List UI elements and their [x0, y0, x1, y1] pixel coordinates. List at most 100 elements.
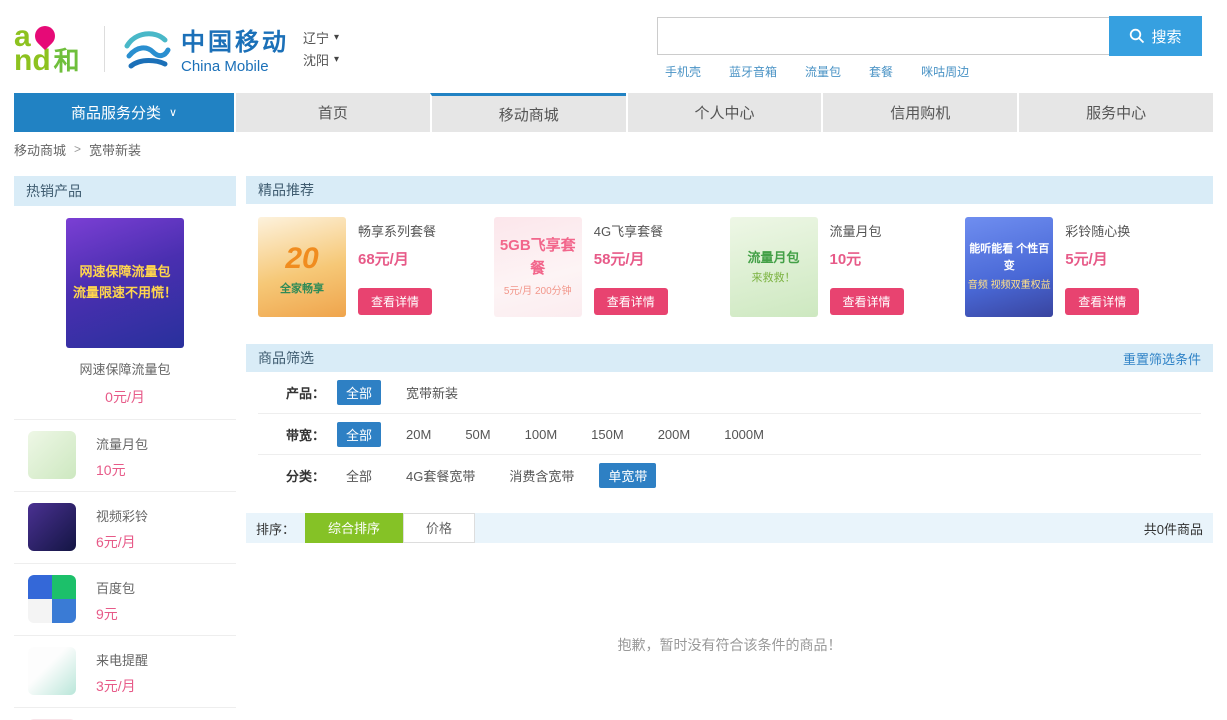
product-image[interactable]: 20 全家畅享: [258, 217, 346, 317]
filter-title: 商品筛选: [258, 348, 314, 368]
and-logo: a nd 和: [14, 22, 88, 76]
filter-option[interactable]: 50M: [456, 424, 499, 445]
product-image-text: 20: [285, 236, 318, 281]
quick-link[interactable]: 蓝牙音箱: [729, 63, 777, 80]
breadcrumb-current: 宽带新装: [89, 140, 141, 159]
filter-option[interactable]: 消费含宽带: [500, 463, 583, 488]
main-nav: 商品服务分类 ∨ 首页 移动商城 个人中心 信用购机 服务中心: [14, 93, 1213, 132]
sidebar-product-item[interactable]: 来电提醒 3元/月: [14, 636, 236, 708]
sidebar-items: 流量月包 10元 视频彩铃 6元/月: [14, 420, 236, 720]
product-price: 10元: [96, 460, 148, 480]
filter-row-bandwidth: 带宽： 全部 20M 50M 100M 150M 200M: [258, 413, 1201, 454]
filter-label: 产品：: [286, 383, 325, 402]
product-price: 6元/月: [96, 532, 148, 552]
recommend-products: 20 全家畅享 畅享系列套餐 68元/月 查看详情 5GB飞享套餐: [246, 204, 1213, 330]
filter-option[interactable]: 4G套餐宽带: [397, 463, 484, 488]
filter-option[interactable]: 全部: [337, 422, 381, 447]
product-image[interactable]: 能听能看 个性百变 音频 视频双重权益: [965, 217, 1053, 317]
recommend-card: 能听能看 个性百变 音频 视频双重权益 彩铃随心换 5元/月 查看详情: [965, 217, 1201, 317]
sort-option-button[interactable]: 价格: [403, 513, 475, 543]
category-menu-button[interactable]: 商品服务分类 ∨: [14, 93, 234, 132]
recommend-card: 20 全家畅享 畅享系列套餐 68元/月 查看详情: [258, 217, 494, 317]
sidebar-product-item[interactable]: 百度包 9元: [14, 564, 236, 636]
category-menu-label: 商品服务分类: [71, 102, 161, 123]
product-image[interactable]: 5GB飞享套餐 5元/月 200分钟: [494, 217, 582, 317]
featured-product[interactable]: 网速保障流量包 流量限速不用慌！ 网速保障流量包 0元/月: [14, 206, 236, 420]
product-image-text: 全家畅享: [280, 281, 324, 298]
product-image-text: 音频 视频双重权益: [968, 278, 1051, 293]
nav-tab[interactable]: 服务中心: [1017, 93, 1213, 132]
filter-option[interactable]: 150M: [582, 424, 633, 445]
product-name: 视频彩铃: [96, 503, 148, 525]
sort-label: 排序：: [256, 519, 295, 538]
product-image[interactable]: 流量月包 来救救！: [730, 217, 818, 317]
view-detail-button[interactable]: 查看详情: [358, 288, 432, 315]
nav-tab[interactable]: 首页: [234, 93, 430, 132]
search-input[interactable]: [657, 17, 1109, 55]
chevron-down-icon: ▾: [334, 54, 339, 65]
filter-section: 商品筛选 重置筛选条件 产品： 全部 宽带新装 带宽： 全部: [246, 344, 1213, 495]
view-detail-button[interactable]: 查看详情: [1065, 288, 1139, 315]
brand-name-cn: 中国移动: [181, 22, 289, 57]
breadcrumb-home[interactable]: 移动商城: [14, 140, 66, 159]
quick-link[interactable]: 套餐: [869, 63, 893, 80]
nav-tabs: 首页 移动商城 个人中心 信用购机 服务中心: [234, 93, 1213, 132]
sort-option-button[interactable]: 综合排序: [305, 513, 403, 543]
filter-option[interactable]: 1000M: [715, 424, 773, 445]
product-name: 4G飞享套餐: [594, 221, 668, 240]
search-button[interactable]: 搜索: [1109, 16, 1202, 56]
product-image-text: 来救救！: [752, 270, 796, 287]
product-name: 来电提醒: [96, 647, 148, 669]
recommend-section: 精品推荐 20 全家畅享 畅享系列套餐 68元/月 查看详情: [246, 176, 1213, 330]
chevron-down-icon: ∨: [169, 106, 177, 119]
and-logo-nd: nd: [14, 46, 51, 76]
view-detail-button[interactable]: 查看详情: [830, 288, 904, 315]
filter-option[interactable]: 全部: [337, 463, 381, 488]
filter-row-category: 分类： 全部 4G套餐宽带 消费含宽带 单宽带: [258, 454, 1201, 495]
sidebar-header: 热销产品: [14, 176, 236, 206]
featured-product-image[interactable]: 网速保障流量包 流量限速不用慌！: [66, 218, 184, 348]
result-count: 共0件商品: [1144, 519, 1203, 538]
sort-options: 综合排序 价格: [305, 513, 475, 543]
city-selector[interactable]: 沈阳 ▾: [303, 50, 339, 69]
product-image-text: 5元/月 200分钟: [504, 284, 572, 299]
product-thumbnail: [28, 503, 76, 551]
filter-option[interactable]: 100M: [516, 424, 567, 445]
region-selector: 辽宁 ▾ 沈阳 ▾: [303, 25, 339, 72]
sidebar-product-item[interactable]: 视频彩铃 6元/月: [14, 492, 236, 564]
province-selector[interactable]: 辽宁 ▾: [303, 28, 339, 47]
sidebar-title: 热销产品: [26, 181, 82, 201]
product-name: 百度包: [96, 575, 135, 597]
filter-option[interactable]: 单宽带: [599, 463, 656, 488]
view-detail-button[interactable]: 查看详情: [594, 288, 668, 315]
product-thumbnail: [28, 431, 76, 479]
filter-option[interactable]: 宽带新装: [397, 380, 467, 405]
quick-link[interactable]: 手机壳: [665, 63, 701, 80]
filter-option[interactable]: 全部: [337, 380, 381, 405]
reset-filter-link[interactable]: 重置筛选条件: [1123, 349, 1201, 368]
city-label: 沈阳: [303, 50, 329, 69]
filter-label: 分类：: [286, 466, 325, 485]
search-icon: [1129, 28, 1145, 44]
search-button-label: 搜索: [1151, 26, 1181, 47]
filter-option[interactable]: 200M: [649, 424, 700, 445]
quick-link[interactable]: 流量包: [805, 63, 841, 80]
site-header: a nd 和 中国移动 China Mobile 辽宁 ▾ 沈阳 ▾: [0, 0, 1227, 93]
nav-tab-label: 移动商城: [499, 104, 559, 125]
product-price: 10元: [830, 248, 904, 269]
nav-tab-label: 服务中心: [1086, 102, 1146, 123]
filter-option[interactable]: 20M: [397, 424, 440, 445]
nav-tab[interactable]: 信用购机: [821, 93, 1017, 132]
quick-links: 手机壳 蓝牙音箱 流量包 套餐 咪咕周边: [657, 63, 1202, 80]
featured-image-text: 网速保障流量包: [79, 262, 170, 283]
product-price: 9元: [96, 604, 135, 624]
sidebar-product-item[interactable]: 5GB 新飞享套餐（2020版）: [14, 708, 236, 720]
empty-result-message: 抱歉，暂时没有符合该条件的商品！: [246, 635, 1213, 655]
breadcrumb-separator: >: [74, 142, 81, 156]
nav-tab[interactable]: 移动商城: [430, 93, 626, 132]
quick-link[interactable]: 咪咕周边: [921, 63, 969, 80]
product-image-text: 5GB飞享套餐: [494, 235, 582, 280]
nav-tab[interactable]: 个人中心: [626, 93, 822, 132]
sidebar-product-item[interactable]: 流量月包 10元: [14, 420, 236, 492]
featured-product-price: 0元/月: [14, 387, 236, 407]
